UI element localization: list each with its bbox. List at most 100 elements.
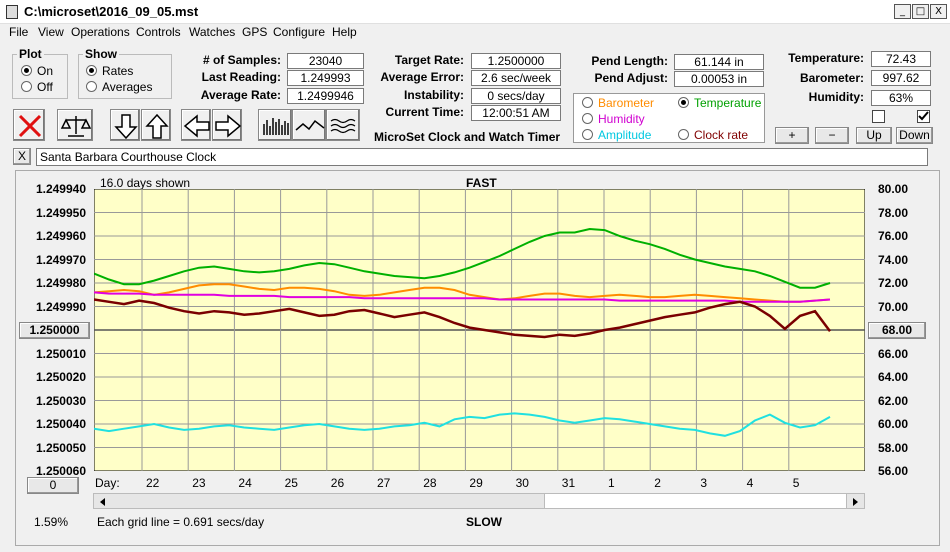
- left-tick-label: 1.250060: [35, 464, 86, 478]
- scrollbar-thumb[interactable]: [544, 494, 847, 508]
- samples-value: 23040: [287, 53, 364, 69]
- plot-area: [94, 189, 865, 471]
- average-rate-value: 1.2499946: [287, 88, 364, 104]
- show-group-legend: Show: [85, 47, 117, 61]
- humidity-label: Humidity:: [808, 90, 864, 104]
- axis-up-button[interactable]: Up: [856, 127, 892, 144]
- menu-operations[interactable]: Operations: [71, 25, 130, 39]
- left-tick-label: 1.250040: [35, 417, 86, 431]
- right-tick-label: 74.00: [877, 252, 908, 267]
- x-tick-label: 31: [561, 476, 576, 490]
- window-title: C:\microset\2016_09_05.mst: [24, 4, 199, 19]
- right-tick-label: 56.00: [877, 464, 908, 478]
- axis-minus-button[interactable]: −: [815, 127, 849, 144]
- right-tick-label: 76.00: [877, 229, 908, 243]
- scroll-right-button[interactable]: [212, 109, 242, 141]
- menu-configure[interactable]: Configure: [273, 25, 325, 39]
- current-time-label: Current Time:: [385, 105, 464, 119]
- option-checkbox-2[interactable]: [917, 110, 930, 123]
- average-error-value: 2.6 sec/week: [471, 70, 561, 86]
- multi-wave-button[interactable]: [326, 109, 360, 141]
- right-plot-selector: Barometer Temperature Humidity Amplitude…: [573, 93, 765, 143]
- axis-down-button[interactable]: Down: [896, 127, 933, 144]
- scroll-left-button[interactable]: [181, 109, 211, 141]
- average-rate-label: Average Rate:: [200, 88, 281, 102]
- grid-note: Each grid line = 0.691 secs/day: [97, 515, 265, 529]
- right-tick-label: 58.00: [877, 440, 908, 455]
- days-shown-label: 16.0 days shown: [100, 176, 191, 190]
- product-label: MicroSet Clock and Watch Timer: [374, 130, 561, 144]
- last-reading-value: 1.249993: [287, 70, 364, 86]
- histogram-button[interactable]: [258, 109, 292, 141]
- barometer-label: Barometer:: [799, 71, 864, 85]
- right-tick-label: 66.00: [877, 346, 908, 361]
- target-rate-label: Target Rate:: [394, 53, 464, 67]
- scroll-up-button[interactable]: [141, 109, 171, 141]
- left-tick-label: 1.249980: [35, 276, 86, 290]
- scroll-left-arrow-icon[interactable]: [96, 496, 108, 508]
- left-tick-label: 1.249960: [35, 229, 86, 243]
- close-button[interactable]: X: [930, 4, 947, 19]
- menu-view[interactable]: View: [38, 25, 64, 39]
- minimize-button[interactable]: _: [894, 4, 911, 19]
- arrow-up-icon: [145, 113, 169, 139]
- right-tick-label: 72.00: [877, 276, 908, 290]
- menu-controls[interactable]: Controls: [136, 25, 181, 39]
- option-checkbox-1[interactable]: [872, 110, 885, 123]
- menu-file[interactable]: File: [9, 25, 28, 39]
- slow-label: SLOW: [466, 515, 502, 529]
- app-icon: [6, 5, 18, 19]
- left-axis-center-button[interactable]: 1.250000: [19, 322, 90, 339]
- x-tick-label: 23: [192, 476, 206, 490]
- x-tick-label: 30: [515, 476, 529, 490]
- humidity-value: 63%: [871, 90, 931, 106]
- clock-close-button[interactable]: X: [13, 148, 31, 165]
- wave-icon: [295, 119, 325, 131]
- horizontal-scrollbar[interactable]: [93, 493, 865, 509]
- stop-icon: [18, 114, 42, 138]
- x-tick-label: 3: [700, 476, 708, 490]
- scroll-down-button[interactable]: [110, 109, 140, 141]
- arrow-right-icon: [215, 114, 242, 138]
- scroll-right-arrow-icon[interactable]: [850, 496, 862, 508]
- maximize-button[interactable]: □: [912, 4, 929, 19]
- left-tick-label: 1.249970: [35, 252, 86, 267]
- left-axis-zero-button[interactable]: 0: [27, 477, 79, 494]
- x-tick-label: 28: [423, 476, 437, 490]
- fast-label: FAST: [466, 176, 497, 190]
- pend-length-label: Pend Length:: [591, 54, 668, 68]
- menu-gps[interactable]: GPS: [242, 25, 267, 39]
- instability-label: Instability:: [403, 88, 464, 102]
- x-tick-label: 26: [330, 476, 345, 490]
- last-reading-label: Last Reading:: [201, 70, 281, 84]
- x-tick-label: 27: [377, 476, 391, 490]
- histogram-icon: [263, 118, 289, 135]
- x-tick-label: 4: [746, 476, 754, 490]
- balance-button[interactable]: [57, 109, 93, 141]
- right-axis-center-button[interactable]: 68.00: [868, 322, 926, 339]
- check-icon: [918, 111, 929, 121]
- x-tick-label: 22: [146, 476, 160, 490]
- stop-button[interactable]: [13, 109, 45, 141]
- axis-plus-button[interactable]: +: [775, 127, 809, 144]
- plot-group-legend: Plot: [19, 47, 42, 61]
- menu-bar: File View Operations Controls Watches GP…: [0, 24, 950, 42]
- temperature-label: Temperature:: [788, 51, 864, 65]
- balance-icon: [60, 116, 92, 137]
- target-rate-value[interactable]: 1.2500000: [471, 53, 561, 69]
- day-label: Day:: [95, 476, 120, 490]
- left-tick-label: 1.250020: [35, 370, 86, 384]
- instability-value: 0 secs/day: [471, 88, 561, 104]
- right-tick-label: 60.00: [877, 417, 908, 431]
- left-tick-label: 1.250050: [35, 440, 86, 455]
- clock-name-field[interactable]: Santa Barbara Courthouse Clock: [36, 148, 928, 166]
- menu-help[interactable]: Help: [332, 25, 357, 39]
- wave-button[interactable]: [292, 109, 326, 141]
- menu-watches[interactable]: Watches: [189, 25, 235, 39]
- current-time-value: 12:00:51 AM: [471, 105, 561, 121]
- temperature-value: 72.43: [871, 51, 931, 67]
- x-tick-label: 29: [469, 476, 483, 490]
- pend-length-value[interactable]: 61.144 in: [674, 54, 764, 70]
- left-tick-label: 1.250030: [35, 393, 86, 408]
- x-tick-label: 5: [792, 476, 800, 490]
